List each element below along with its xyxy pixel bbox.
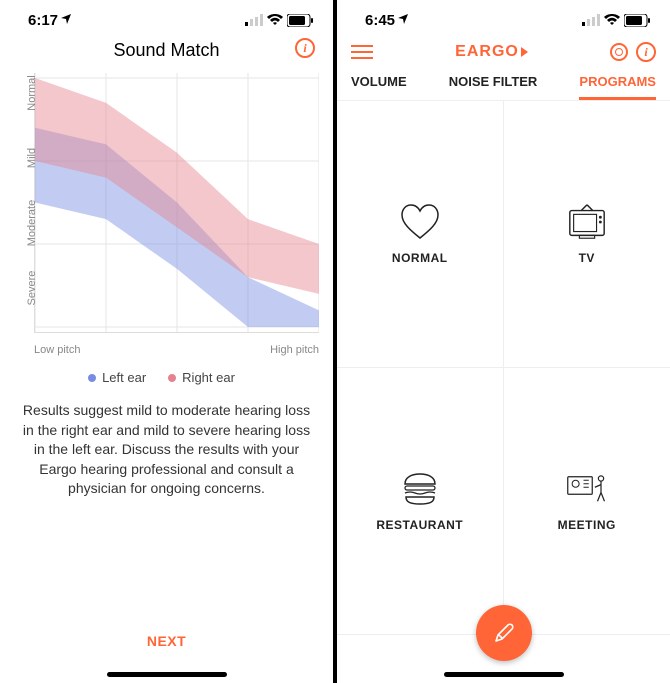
location-icon bbox=[61, 13, 71, 27]
wifi-icon bbox=[267, 14, 283, 26]
y-label: Severe bbox=[26, 258, 38, 318]
program-tv[interactable]: TV bbox=[504, 101, 670, 368]
program-normal[interactable]: NORMAL bbox=[337, 101, 504, 368]
program-tv-label: TV bbox=[579, 251, 595, 265]
battery-icon bbox=[624, 14, 650, 27]
program-restaurant[interactable]: RESTAURANT bbox=[337, 368, 504, 635]
info-button[interactable]: i bbox=[295, 38, 315, 58]
next-button[interactable]: NEXT bbox=[0, 633, 333, 649]
heart-icon bbox=[399, 203, 441, 241]
x-label-low: Low pitch bbox=[34, 344, 80, 356]
programs-grid: NORMAL TV RESTAURANT MEETING bbox=[337, 101, 670, 635]
tv-icon bbox=[566, 203, 608, 241]
x-label-high: High pitch bbox=[270, 344, 319, 356]
phone-sound-match: 6:17 Sound Match i NormalMildModerateSev… bbox=[0, 0, 333, 683]
status-icons bbox=[582, 14, 650, 27]
cellular-icon bbox=[245, 14, 263, 26]
home-indicator[interactable] bbox=[107, 672, 227, 677]
brand-arrow-icon bbox=[521, 47, 528, 57]
y-label: Mild bbox=[26, 128, 38, 188]
presentation-icon bbox=[566, 470, 608, 508]
status-time: 6:45 bbox=[365, 12, 395, 29]
legend-left-label: Left ear bbox=[102, 370, 146, 385]
brand-text: EARGO bbox=[455, 43, 519, 61]
wifi-icon bbox=[604, 14, 620, 26]
program-normal-label: NORMAL bbox=[392, 251, 448, 265]
y-label: Normal bbox=[26, 63, 38, 123]
audiogram-chart: NormalMildModerateSevere Low pitch High … bbox=[0, 73, 333, 385]
phone-programs: 6:45 EARGO i VOLUME NOISE FILTER PROGRA bbox=[337, 0, 670, 683]
info-icon[interactable]: i bbox=[636, 42, 656, 62]
tab-volume[interactable]: VOLUME bbox=[351, 74, 407, 100]
tab-bar: VOLUME NOISE FILTER PROGRAMS bbox=[337, 68, 670, 101]
pencil-icon bbox=[493, 622, 515, 644]
status-bar: 6:45 bbox=[337, 0, 670, 32]
legend-left-ear: Left ear bbox=[88, 370, 146, 385]
program-meeting[interactable]: MEETING bbox=[504, 368, 670, 635]
edit-fab[interactable] bbox=[476, 605, 532, 661]
tab-programs[interactable]: PROGRAMS bbox=[579, 74, 656, 100]
app-header: EARGO i bbox=[337, 32, 670, 68]
results-text: Results suggest mild to moderate hearing… bbox=[0, 385, 333, 499]
legend-right-label: Right ear bbox=[182, 370, 235, 385]
x-axis-labels: Low pitch High pitch bbox=[34, 344, 319, 356]
program-restaurant-label: RESTAURANT bbox=[376, 518, 463, 532]
page-title: Sound Match bbox=[0, 40, 333, 61]
page-header: Sound Match i bbox=[0, 32, 333, 73]
tab-noise-filter[interactable]: NOISE FILTER bbox=[449, 74, 538, 100]
menu-button[interactable] bbox=[351, 45, 373, 59]
program-meeting-label: MEETING bbox=[558, 518, 616, 532]
legend-right-ear: Right ear bbox=[168, 370, 235, 385]
status-icons bbox=[245, 14, 313, 27]
live-listen-icon[interactable] bbox=[610, 43, 628, 61]
status-bar: 6:17 bbox=[0, 0, 333, 32]
location-icon bbox=[398, 13, 408, 27]
legend: Left ear Right ear bbox=[4, 370, 319, 385]
battery-icon bbox=[287, 14, 313, 27]
y-label: Moderate bbox=[26, 193, 38, 253]
burger-icon bbox=[399, 470, 441, 508]
status-time: 6:17 bbox=[28, 12, 58, 29]
swatch-red bbox=[168, 374, 176, 382]
home-indicator[interactable] bbox=[444, 672, 564, 677]
y-axis-labels: NormalMildModerateSevere bbox=[4, 73, 34, 333]
brand-logo: EARGO bbox=[455, 43, 528, 61]
info-icon: i bbox=[295, 38, 315, 58]
cellular-icon bbox=[582, 14, 600, 26]
chart-plot bbox=[34, 73, 319, 333]
swatch-blue bbox=[88, 374, 96, 382]
